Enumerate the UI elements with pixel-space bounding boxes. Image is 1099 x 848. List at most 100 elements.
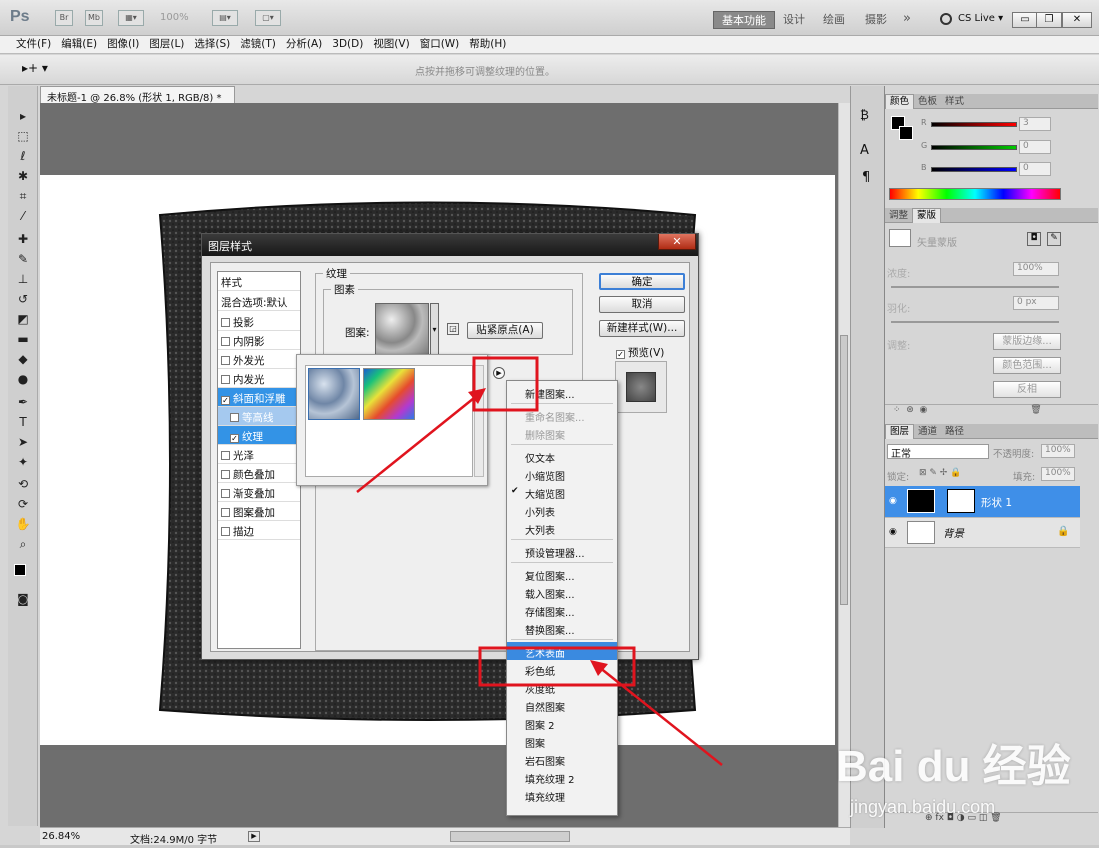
horizontal-scroll-thumb[interactable] xyxy=(450,831,570,842)
menu-image[interactable]: 图像(I) xyxy=(107,36,139,53)
workspace-photography[interactable]: 摄影 xyxy=(857,11,895,29)
style-item-inner-shadow[interactable]: 内阴影 xyxy=(218,331,300,350)
red-slider[interactable] xyxy=(931,122,1017,127)
history-brush-icon[interactable]: ↺ xyxy=(14,291,32,307)
checkbox-checked[interactable]: ✓ xyxy=(616,350,625,359)
workspace-design[interactable]: 设计 xyxy=(775,11,813,29)
new-style-button[interactable]: 新建样式(W)... xyxy=(599,320,685,337)
blue-value[interactable]: 0 xyxy=(1019,162,1051,176)
style-item-color-overlay[interactable]: 颜色叠加 xyxy=(218,464,300,483)
checkbox[interactable] xyxy=(221,451,230,460)
view-extras-icon[interactable]: ▦▾ xyxy=(118,10,144,26)
cancel-button[interactable]: 取消 xyxy=(599,296,685,313)
tab-channels[interactable]: 通道 xyxy=(914,425,941,439)
restore-button[interactable]: ❐ xyxy=(1036,12,1062,28)
minimize-button[interactable]: ▭ xyxy=(1012,12,1038,28)
vertical-scroll-thumb[interactable] xyxy=(840,335,848,605)
layer-row-background[interactable]: ◉ 背景 🔒 xyxy=(885,518,1080,548)
style-item-texture[interactable]: ✓ 纹理 xyxy=(218,426,300,445)
crop-tool-icon[interactable]: ⌗ xyxy=(14,188,32,204)
3d-rotate-icon[interactable]: ⟲ xyxy=(14,476,32,492)
zoom-tool-icon[interactable]: ⌕ xyxy=(14,536,32,552)
move-tool-icon[interactable]: ▸ xyxy=(14,108,32,124)
visibility-eye-icon[interactable]: ◉ xyxy=(889,496,897,506)
cs-live-button[interactable]: CS Live ▾ xyxy=(958,13,1003,24)
style-item-contour[interactable]: 等高线 xyxy=(218,407,300,426)
pattern-menu-item[interactable]: 大列表 xyxy=(507,519,617,537)
pattern-menu-item[interactable]: 复位图案... xyxy=(507,565,617,583)
status-zoom[interactable]: 26.84% xyxy=(42,831,80,842)
mask-edge-button[interactable]: 蒙版边缘... xyxy=(993,333,1061,350)
pattern-menu-item[interactable]: 图案 2 xyxy=(507,714,617,732)
eyedropper-tool-icon[interactable]: ⁄ xyxy=(14,208,32,224)
blur-tool-icon[interactable]: ◆ xyxy=(14,351,32,367)
preview-checkbox[interactable]: ✓ 预览(V) xyxy=(616,345,664,360)
blend-options-item[interactable]: 混合选项:默认 xyxy=(218,292,300,311)
styles-header[interactable]: 样式 xyxy=(218,272,300,291)
workspace-more[interactable]: » xyxy=(895,11,919,29)
mask-delete-icon[interactable]: 🗑 xyxy=(1030,405,1041,415)
pattern-menu-item[interactable]: 灰度纸 xyxy=(507,678,617,696)
style-item-outer-glow[interactable]: 外发光 xyxy=(218,350,300,369)
tab-adjustments[interactable]: 调整 xyxy=(885,209,912,223)
style-item-pattern-overlay[interactable]: 图案叠加 xyxy=(218,502,300,521)
workspace-painting[interactable]: 绘画 xyxy=(815,11,853,29)
pattern-menu-item[interactable]: 岩石图案 xyxy=(507,750,617,768)
snap-to-origin-button[interactable]: 贴紧原点(A) xyxy=(467,322,543,339)
menu-analysis[interactable]: 分析(A) xyxy=(286,36,322,53)
tab-color[interactable]: 颜色 xyxy=(885,94,915,109)
menu-window[interactable]: 窗口(W) xyxy=(420,36,460,53)
checkbox[interactable] xyxy=(221,489,230,498)
pattern-menu-item[interactable]: 小列表 xyxy=(507,501,617,519)
history-panel-icon[interactable]: ₿ xyxy=(860,108,869,122)
menu-help[interactable]: 帮助(H) xyxy=(469,36,506,53)
red-value[interactable]: 3 xyxy=(1019,117,1051,131)
eraser-tool-icon[interactable]: ◩ xyxy=(14,311,32,327)
feather-slider[interactable] xyxy=(891,321,1059,323)
checkbox[interactable] xyxy=(230,413,239,422)
pattern-menu-item[interactable]: 彩色纸 xyxy=(507,660,617,678)
checkbox[interactable] xyxy=(221,527,230,536)
invert-button[interactable]: 反相 xyxy=(993,381,1061,398)
stamp-tool-icon[interactable]: ⊥ xyxy=(14,271,32,287)
document-tab[interactable]: 未标题-1 @ 26.8% (形状 1, RGB/8) * ⊠ xyxy=(40,86,235,115)
visibility-eye-icon[interactable]: ◉ xyxy=(889,527,897,537)
style-item-drop-shadow[interactable]: 投影 xyxy=(218,312,300,331)
vector-mask-icon[interactable]: ✎ xyxy=(1047,232,1061,246)
color-spectrum-bar[interactable] xyxy=(889,188,1061,200)
new-preset-icon[interactable]: ◲ xyxy=(447,323,459,335)
layer-row-shape1[interactable]: ◉ 形状 1 xyxy=(885,486,1080,518)
pattern-menu-item[interactable]: ✔ 大缩览图 xyxy=(507,483,617,501)
menu-layer[interactable]: 图层(L) xyxy=(149,36,184,53)
checkbox[interactable] xyxy=(221,375,230,384)
style-item-stroke[interactable]: 描边 xyxy=(218,521,300,540)
pattern-menu-item[interactable]: 替换图案... xyxy=(507,619,617,637)
color-range-button[interactable]: 颜色范围... xyxy=(993,357,1061,374)
pattern-swatch[interactable] xyxy=(375,303,429,357)
tab-layers[interactable]: 图层 xyxy=(885,424,915,439)
pattern-menu-item[interactable]: 载入图案... xyxy=(507,583,617,601)
paragraph-panel-icon[interactable]: ¶ xyxy=(862,170,870,185)
quick-mask-icon[interactable]: ◙ xyxy=(14,591,32,607)
3d-orbit-icon[interactable]: ⟳ xyxy=(14,496,32,512)
blend-mode-select[interactable]: 正常 xyxy=(887,444,989,460)
pattern-menu-item[interactable]: 艺术表面 xyxy=(507,642,617,660)
density-slider[interactable] xyxy=(891,286,1059,288)
character-panel-icon[interactable]: A xyxy=(860,143,869,158)
opacity-value[interactable]: 100% xyxy=(1041,444,1075,458)
arrange-docs-icon[interactable]: ▤▾ xyxy=(212,10,238,26)
brush-tool-icon[interactable]: ✎ xyxy=(14,251,32,267)
dialog-close-button[interactable]: ✕ xyxy=(658,234,696,250)
style-item-gradient-overlay[interactable]: 渐变叠加 xyxy=(218,483,300,502)
pattern-menu-item[interactable]: 存储图案... xyxy=(507,601,617,619)
bg-color-box[interactable] xyxy=(899,126,913,140)
dodge-tool-icon[interactable]: ● xyxy=(14,371,32,387)
feather-value[interactable]: 0 px xyxy=(1013,296,1059,310)
pattern-menu-item[interactable]: 预设管理器... xyxy=(507,542,617,560)
hand-tool-icon[interactable]: ✋ xyxy=(14,516,32,532)
pattern-menu-item[interactable]: 新建图案... xyxy=(507,383,617,401)
green-value[interactable]: 0 xyxy=(1019,140,1051,154)
pattern-menu-item[interactable]: 小缩览图 xyxy=(507,465,617,483)
lasso-tool-icon[interactable]: ℓ xyxy=(14,148,32,164)
minibridge-icon[interactable]: Mb xyxy=(85,10,103,26)
